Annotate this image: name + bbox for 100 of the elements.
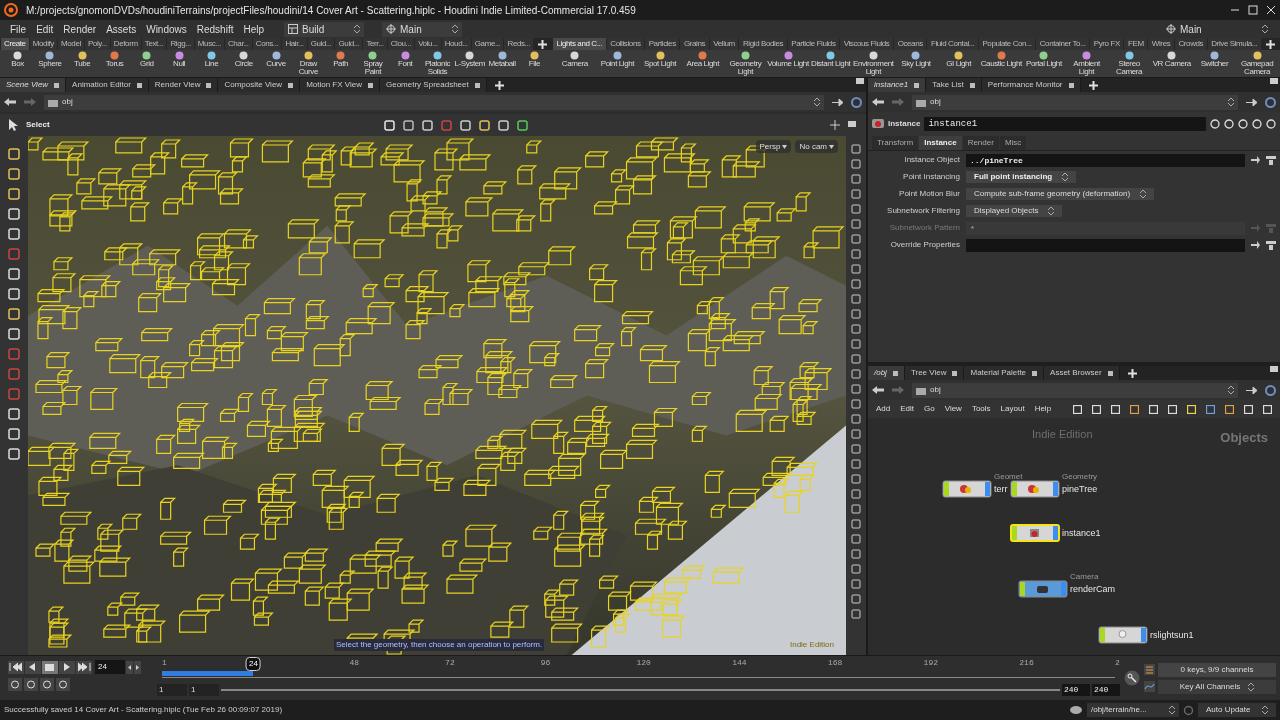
shelf-tab[interactable]: Create [1, 38, 29, 50]
range-end-field[interactable]: 240 [1092, 684, 1120, 696]
current-frame-marker[interactable]: 24 [246, 657, 261, 671]
shelf-tool[interactable]: Volume Light [767, 51, 809, 68]
path-field[interactable]: obj [44, 94, 824, 110]
plus-icon[interactable] [494, 80, 504, 90]
tool-icon[interactable] [8, 148, 20, 160]
plus-icon[interactable] [1088, 80, 1098, 90]
pane-menu-icon[interactable] [1270, 78, 1280, 86]
shelf-tool[interactable]: Caustic Light [980, 51, 1023, 68]
node-chooser-icon[interactable] [1266, 223, 1276, 233]
shelf-tab[interactable]: Poly... [84, 38, 110, 50]
shelf-tab[interactable]: Model [58, 38, 84, 50]
node-tile[interactable] [1018, 580, 1068, 598]
shelf-tab[interactable]: Guid... [335, 38, 363, 50]
menu-item[interactable]: Render [61, 21, 99, 37]
shelf-tab[interactable]: Fluid Contai... [927, 38, 978, 50]
menu-item[interactable]: Assets [104, 21, 139, 37]
shelf-tool[interactable]: Spot Light [639, 51, 681, 68]
shelf-tool[interactable]: Draw Curve [292, 51, 324, 76]
shelf-tool[interactable]: Spray Paint [357, 51, 389, 76]
shelf-tool[interactable]: Camera [554, 51, 596, 68]
shelf-tool[interactable]: Ambient Light [1065, 51, 1108, 76]
pane-menu-icon[interactable] [848, 121, 858, 129]
maximize-icon[interactable] [1248, 5, 1258, 15]
menu-item[interactable]: Redshift [194, 21, 236, 37]
shelf-tab[interactable]: Viscous Fluids [840, 38, 894, 50]
tool-icon[interactable] [8, 308, 20, 320]
channel-arrow-icon[interactable] [1251, 156, 1260, 164]
stop-icon[interactable] [42, 660, 58, 674]
menu-item[interactable]: Help [241, 21, 267, 37]
range-start-field[interactable]: 1 [157, 684, 187, 696]
selection-tool-icon[interactable] [402, 119, 414, 131]
shelf-tool[interactable]: Null [163, 51, 195, 68]
shelf-tab[interactable]: Houd... [441, 38, 471, 50]
skip-start-icon[interactable] [8, 660, 24, 674]
pane-tab[interactable]: instance1 [868, 78, 927, 92]
chat-bubble-icon[interactable] [1069, 704, 1083, 716]
pane-menu-icon[interactable] [856, 78, 866, 86]
shelf-tool[interactable]: Line [195, 51, 228, 68]
frame-field[interactable]: 24 [95, 660, 125, 674]
pane-tab[interactable]: Scene View [0, 78, 67, 92]
shelf-tab[interactable]: Container To... [1036, 38, 1090, 50]
shelf-tool[interactable]: Sky Light [895, 51, 937, 68]
shelf-tab[interactable]: Game... [471, 38, 504, 50]
parameter-menu[interactable]: Displayed Objects [966, 205, 1063, 217]
skip-end-icon[interactable] [76, 660, 92, 674]
selection-tool-icon[interactable] [478, 119, 490, 131]
parameter-tab[interactable]: Misc [999, 136, 1027, 150]
shelf-tool[interactable]: Stereo Camera [1108, 51, 1150, 76]
pane-tab[interactable]: Animation Editor [66, 78, 149, 92]
shelf-tool[interactable]: Box [2, 51, 34, 68]
pane-tab[interactable]: Asset Browser [1044, 366, 1120, 380]
shelf-tool[interactable]: Gamepad Camera [1236, 51, 1278, 76]
menu-item[interactable]: Tools [971, 403, 991, 415]
menu-item[interactable]: Windows [144, 21, 189, 37]
shelf-tab[interactable]: Rigid Bodies [739, 38, 787, 50]
parameter-menu[interactable]: Compute sub-frame geometry (deformation) [966, 188, 1155, 200]
path-field[interactable]: obj [912, 382, 1238, 398]
plus-icon[interactable] [1127, 368, 1137, 378]
node-tile[interactable] [1098, 626, 1148, 644]
plus-icon[interactable] [1265, 39, 1275, 49]
shelf-tab[interactable]: Clou... [387, 38, 415, 50]
shelf-tool[interactable]: Geometry Light [724, 51, 767, 76]
key-mode-dropdown[interactable]: Key All Channels [1158, 679, 1276, 694]
step-back-icon[interactable] [126, 660, 133, 674]
menu-item[interactable]: View [944, 403, 962, 415]
shelf-tab[interactable]: Guid... [307, 38, 335, 50]
shelf-tool[interactable]: Grid [131, 51, 163, 68]
node-chooser-icon[interactable] [1266, 240, 1276, 250]
shelf-tool[interactable]: Metaball [486, 51, 518, 68]
shelf-tool[interactable]: L-System [454, 51, 486, 68]
shelf-tool[interactable]: Tube [66, 51, 98, 68]
parameter-field[interactable] [966, 238, 1245, 252]
pin-icon[interactable] [830, 120, 840, 130]
node-tile[interactable] [942, 480, 992, 498]
shelf-tool[interactable]: Switcher [1193, 51, 1236, 68]
menu-item[interactable]: Edit [34, 21, 56, 37]
play-icon[interactable] [59, 660, 75, 674]
shelf-tab[interactable]: Deform [110, 38, 141, 50]
curve-icon[interactable] [1144, 681, 1155, 692]
menu-item[interactable]: File [8, 21, 29, 37]
plus-icon[interactable] [538, 39, 548, 49]
shelf-tab[interactable]: Crowds [1174, 38, 1207, 50]
shelf-tool[interactable]: VR Camera [1150, 51, 1193, 68]
desktop-dropdown[interactable]: Main [382, 21, 463, 37]
back-arrow-icon[interactable] [4, 97, 16, 107]
shelf-tab[interactable]: Oceans [894, 38, 927, 50]
shelf-tool[interactable]: Torus [98, 51, 131, 68]
step-forward-icon[interactable] [134, 660, 141, 674]
pane-tab[interactable]: Material Palette [964, 366, 1045, 380]
shelf-tab[interactable]: Vellum [709, 38, 739, 50]
shelf-tab[interactable]: Populate Con... [978, 38, 1036, 50]
play-reverse-icon[interactable] [25, 660, 41, 674]
path-field[interactable]: obj [912, 94, 1238, 110]
parameter-tab[interactable]: Transform [872, 136, 919, 150]
shelf-tab[interactable]: Collisions [606, 38, 645, 50]
shelf-tab[interactable]: Musc... [194, 38, 224, 50]
shelf-tool[interactable]: Portal Light [1023, 51, 1065, 68]
pane-tab[interactable]: Geometry Spreadsheet [380, 78, 487, 92]
